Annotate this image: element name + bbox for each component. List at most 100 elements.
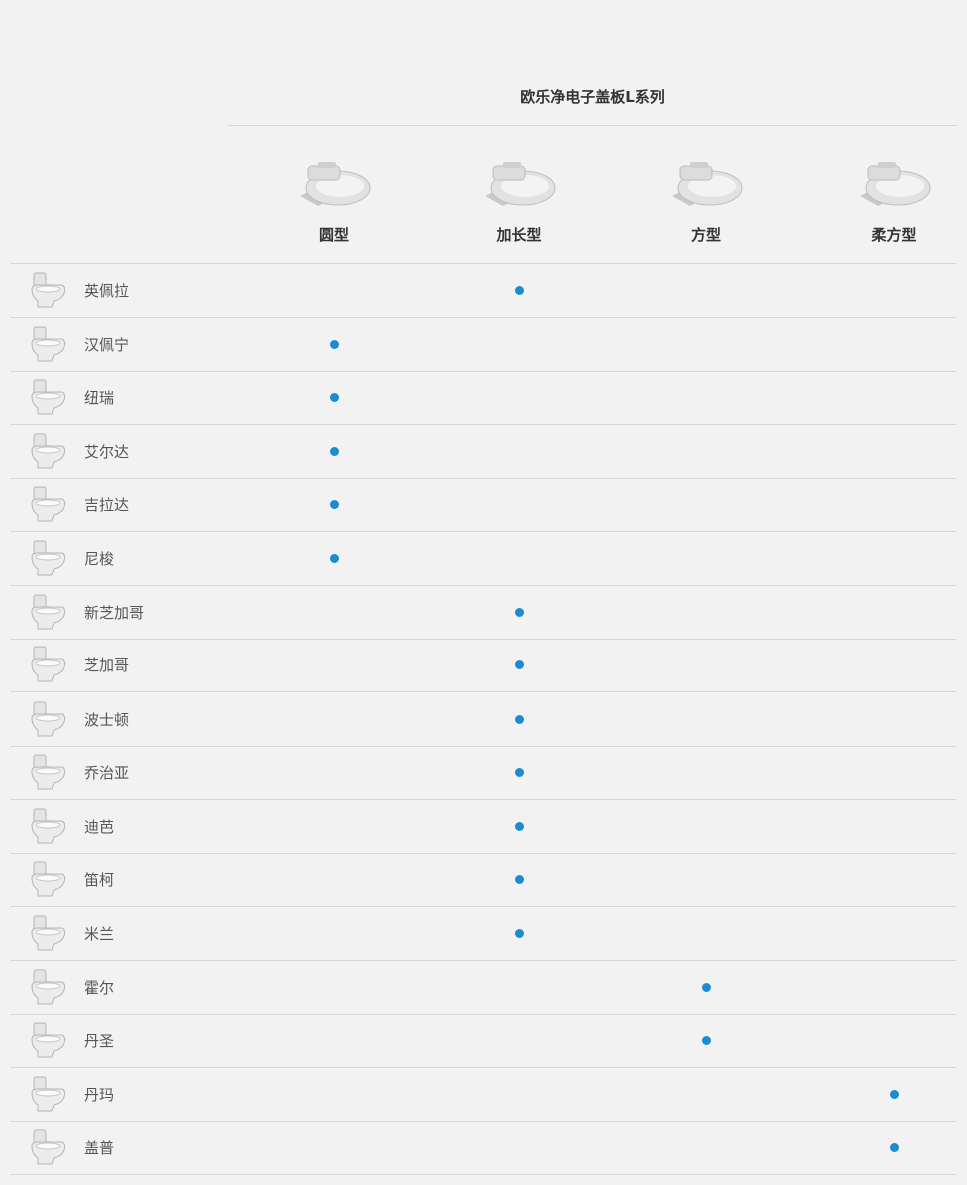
column-label: 加长型 [496, 226, 542, 244]
seat-soft-square-icon [860, 162, 931, 206]
series-title: 欧乐净电子盖板L系列 [520, 88, 665, 106]
product-name: 乔治亚 [84, 764, 130, 782]
toilet-thumbnail-icon [31, 754, 66, 790]
product-thumbnail [28, 271, 68, 311]
product-thumbnail [28, 378, 68, 418]
compatibility-dot [514, 715, 524, 724]
seat-square-icon [672, 162, 743, 206]
table-row: 乔治亚 [10, 746, 956, 799]
compatibility-dot [329, 447, 339, 456]
compatibility-dot [514, 822, 524, 831]
product-thumbnail [28, 860, 68, 900]
compatibility-dot [889, 1143, 899, 1152]
column-label: 方型 [690, 226, 721, 244]
toilet-thumbnail-icon [31, 808, 66, 844]
product-name: 新芝加哥 [84, 604, 145, 622]
table-row: 霍尔 [10, 961, 956, 1014]
product-thumbnail [28, 1075, 68, 1115]
table-row: 波士顿 [10, 693, 956, 746]
product-name: 艾尔达 [84, 443, 130, 461]
compatibility-dot [329, 500, 339, 509]
column-header: 加长型 [439, 150, 599, 245]
compatibility-dot [514, 660, 524, 669]
row-divider [10, 691, 956, 692]
compatibility-dot [514, 929, 524, 938]
product-name: 霍尔 [84, 979, 115, 997]
table-row: 尼梭 [10, 532, 956, 585]
header-divider [228, 125, 957, 126]
compatibility-dot [329, 554, 339, 563]
product-thumbnail [28, 539, 68, 579]
table-row: 艾尔达 [10, 425, 956, 478]
toilet-thumbnail-icon [31, 861, 66, 897]
column-label: 圆型 [318, 226, 349, 244]
toilet-thumbnail-icon [31, 272, 66, 308]
toilet-thumbnail-icon [31, 1076, 66, 1112]
table-row: 迪芭 [10, 800, 956, 853]
product-thumbnail [28, 485, 68, 525]
product-thumbnail [28, 593, 68, 633]
product-thumbnail [28, 968, 68, 1008]
product-name: 芝加哥 [84, 656, 130, 674]
toilet-thumbnail-icon [31, 646, 66, 682]
column-header: 柔方型 [814, 150, 967, 245]
column-header: 圆型 [254, 150, 414, 245]
table-row: 英佩拉 [10, 264, 956, 317]
toilet-thumbnail-icon [31, 701, 66, 737]
product-name: 汉佩宁 [84, 336, 130, 354]
table-row: 纽瑞 [10, 371, 956, 424]
column-header: 方型 [626, 150, 786, 245]
toilet-thumbnail-icon [31, 915, 66, 951]
product-thumbnail [28, 645, 68, 685]
compatibility-dot [701, 983, 711, 992]
compatibility-dot [514, 875, 524, 884]
table-row: 汉佩宁 [10, 318, 956, 371]
toilet-thumbnail-icon [31, 433, 66, 469]
table-row: 新芝加哥 [10, 586, 956, 639]
toilet-thumbnail-icon [31, 1129, 66, 1165]
table-row: 米兰 [10, 907, 956, 960]
compatibility-dot [514, 768, 524, 777]
compatibility-dot [329, 393, 339, 402]
table-row: 盖普 [10, 1121, 956, 1174]
product-name: 吉拉达 [84, 496, 130, 514]
table-row: 丹圣 [10, 1014, 956, 1067]
seat-elongated-icon [485, 162, 556, 206]
product-thumbnail [28, 807, 68, 847]
seat-round-icon [300, 162, 371, 206]
toilet-thumbnail-icon [31, 594, 66, 630]
product-name: 盖普 [84, 1139, 115, 1157]
product-name: 波士顿 [84, 711, 130, 729]
compatibility-dot [889, 1090, 899, 1099]
table-row: 笛柯 [10, 853, 956, 906]
product-name: 丹圣 [84, 1032, 115, 1050]
product-thumbnail [28, 1128, 68, 1168]
toilet-thumbnail-icon [31, 1022, 66, 1058]
product-name: 笛柯 [84, 871, 115, 889]
product-thumbnail [28, 700, 68, 740]
product-thumbnail [28, 1021, 68, 1061]
product-name: 米兰 [84, 925, 115, 943]
product-name: 纽瑞 [84, 389, 115, 407]
product-name: 英佩拉 [84, 282, 130, 300]
compatibility-dot [514, 286, 524, 295]
table-row: 丹玛 [10, 1068, 956, 1121]
toilet-thumbnail-icon [31, 326, 66, 362]
compatibility-dot [701, 1036, 711, 1045]
compatibility-dot [514, 608, 524, 617]
product-thumbnail [28, 914, 68, 954]
product-name: 迪芭 [84, 818, 115, 836]
product-name: 丹玛 [84, 1086, 115, 1104]
row-divider [10, 1174, 956, 1175]
product-thumbnail [28, 753, 68, 793]
product-thumbnail [28, 325, 68, 365]
table-row: 吉拉达 [10, 478, 956, 531]
toilet-thumbnail-icon [31, 540, 66, 576]
compatibility-dot [329, 340, 339, 349]
product-name: 尼梭 [84, 550, 115, 568]
product-thumbnail [28, 432, 68, 472]
toilet-thumbnail-icon [31, 379, 66, 415]
table-row: 芝加哥 [10, 638, 956, 691]
toilet-thumbnail-icon [31, 486, 66, 522]
column-label: 柔方型 [871, 226, 917, 244]
